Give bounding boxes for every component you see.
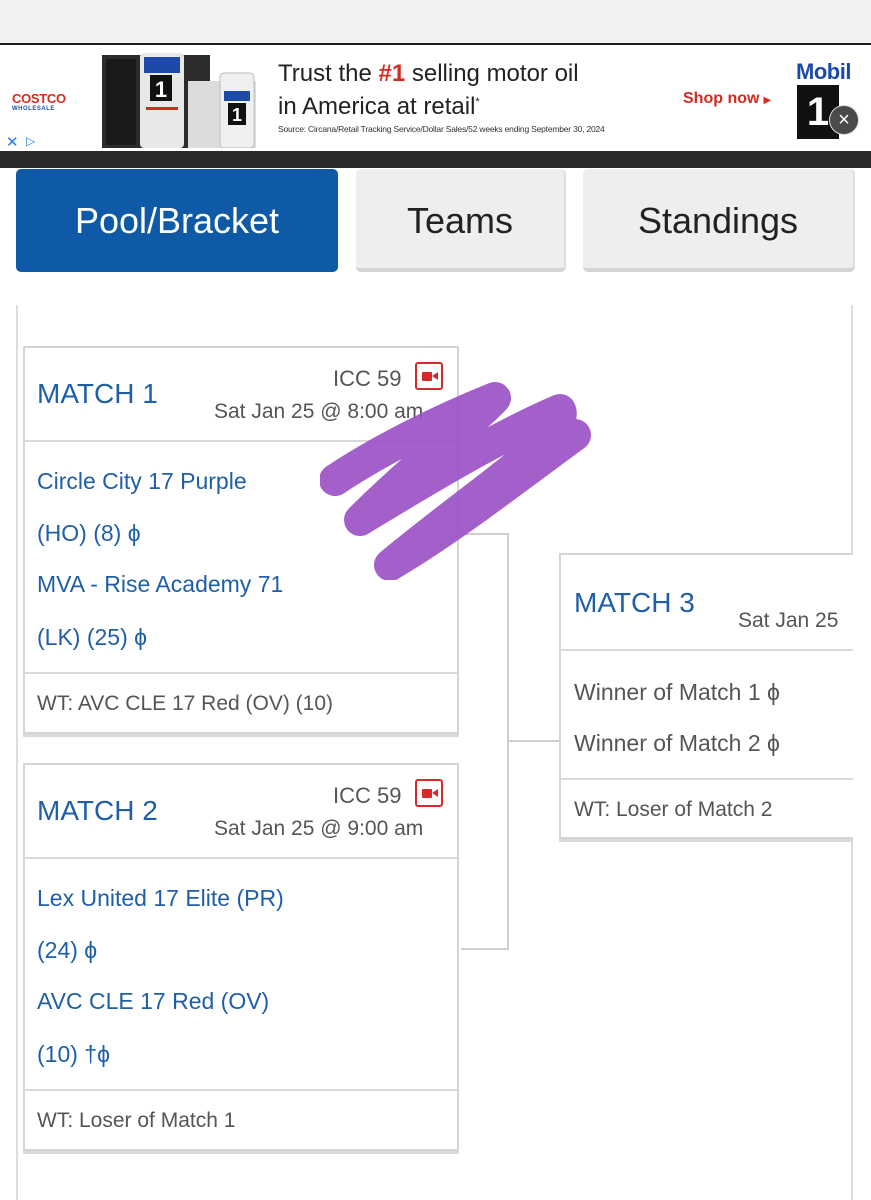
bracket-connector xyxy=(461,948,509,950)
match-3-card[interactable]: MATCH 3 Sat Jan 25 Winner of Match 1 ϕ W… xyxy=(559,553,853,839)
tab-pool-bracket[interactable]: Pool/Bracket xyxy=(16,169,338,272)
match-2-card[interactable]: MATCH 2 ICC 59 Sat Jan 25 @ 9:00 am Lex … xyxy=(23,763,459,1151)
match-1-header: MATCH 1 ICC 59 Sat Jan 25 @ 8:00 am xyxy=(25,348,457,442)
bracket-panel-border-left xyxy=(16,305,18,1200)
match-2-header: MATCH 2 ICC 59 Sat Jan 25 @ 9:00 am xyxy=(25,765,457,859)
video-camera-icon[interactable] xyxy=(415,779,443,807)
match-2-title[interactable]: MATCH 2 xyxy=(37,795,158,827)
match-2-footer: WT: Loser of Match 1 xyxy=(25,1089,457,1151)
costco-logo: COSTCO WHOLESALE xyxy=(12,91,66,112)
match-1-work-team: WT: AVC CLE 17 Red (OV) (10) xyxy=(37,692,334,715)
match-1-team-2-name[interactable]: MVA - Rise Academy 71 xyxy=(37,571,283,598)
match-1-team-1-name[interactable]: Circle City 17 Purple xyxy=(37,468,247,495)
match-1-team-1-seed[interactable]: (HO) (8) ϕ xyxy=(37,520,141,547)
match-3-work-team: WT: Loser of Match 2 xyxy=(574,798,773,821)
play-arrow-icon: ▶ xyxy=(763,95,772,106)
match-3-time: Sat Jan 25 xyxy=(738,609,839,632)
tab-standings[interactable]: Standings xyxy=(583,169,855,272)
motor-oil-product-image: 1 1 xyxy=(102,53,256,148)
match-1-court: ICC 59 xyxy=(333,366,402,391)
match-1-team-2-seed[interactable]: (LK) (25) ϕ xyxy=(37,624,147,651)
match-3-title[interactable]: MATCH 3 xyxy=(574,587,695,619)
adchoices-icon[interactable]: ▷ xyxy=(26,134,35,148)
match-1-footer: WT: AVC CLE 17 Red (OV) (10) xyxy=(25,672,457,734)
product-mark: 1 xyxy=(155,77,167,102)
match-1-card[interactable]: MATCH 1 ICC 59 Sat Jan 25 @ 8:00 am Circ… xyxy=(23,346,459,734)
adchoices-close-icon[interactable]: ✕ xyxy=(6,133,19,151)
close-icon[interactable]: × xyxy=(829,105,859,135)
match-2-team-2-seed[interactable]: (10) †ϕ xyxy=(37,1041,110,1068)
match-2-team-1-name[interactable]: Lex United 17 Elite (PR) xyxy=(37,885,284,912)
match-3-team-2: Winner of Match 2 ϕ xyxy=(574,730,780,756)
bracket-connector xyxy=(507,740,560,742)
video-camera-icon[interactable] xyxy=(415,362,443,390)
match-3-footer: WT: Loser of Match 2 xyxy=(561,778,853,839)
match-1-title[interactable]: MATCH 1 xyxy=(37,378,158,410)
browser-top-strip xyxy=(0,0,871,44)
match-2-court: ICC 59 xyxy=(333,783,402,808)
product-mark-2: 1 xyxy=(232,105,242,125)
ad-bottom-bar xyxy=(0,151,871,168)
mobil-logo-text: Mobil xyxy=(796,59,851,84)
tab-teams[interactable]: Teams xyxy=(356,169,566,272)
match-1-time: Sat Jan 25 @ 8:00 am xyxy=(214,400,424,423)
match-2-work-team: WT: Loser of Match 1 xyxy=(37,1109,236,1132)
ad-source-note: Source: Circana/Retail Tracking Service/… xyxy=(278,124,605,134)
match-3-team-1: Winner of Match 1 ϕ xyxy=(574,679,780,705)
match-2-team-1-seed[interactable]: (24) ϕ xyxy=(37,937,97,964)
match-2-time: Sat Jan 25 @ 9:00 am xyxy=(214,817,424,840)
ad-headline: Trust the #1 selling motor oil in Americ… xyxy=(278,60,579,120)
match-2-team-2-name[interactable]: AVC CLE 17 Red (OV) xyxy=(37,988,269,1015)
shop-now-link[interactable]: Shop now ▶ xyxy=(683,90,771,108)
bracket-connector xyxy=(461,533,509,535)
ad-banner[interactable]: COSTCO WHOLESALE ✕ ▷ 1 1 Trust the #1 se… xyxy=(0,43,871,151)
match-3-header: MATCH 3 Sat Jan 25 xyxy=(561,555,853,651)
